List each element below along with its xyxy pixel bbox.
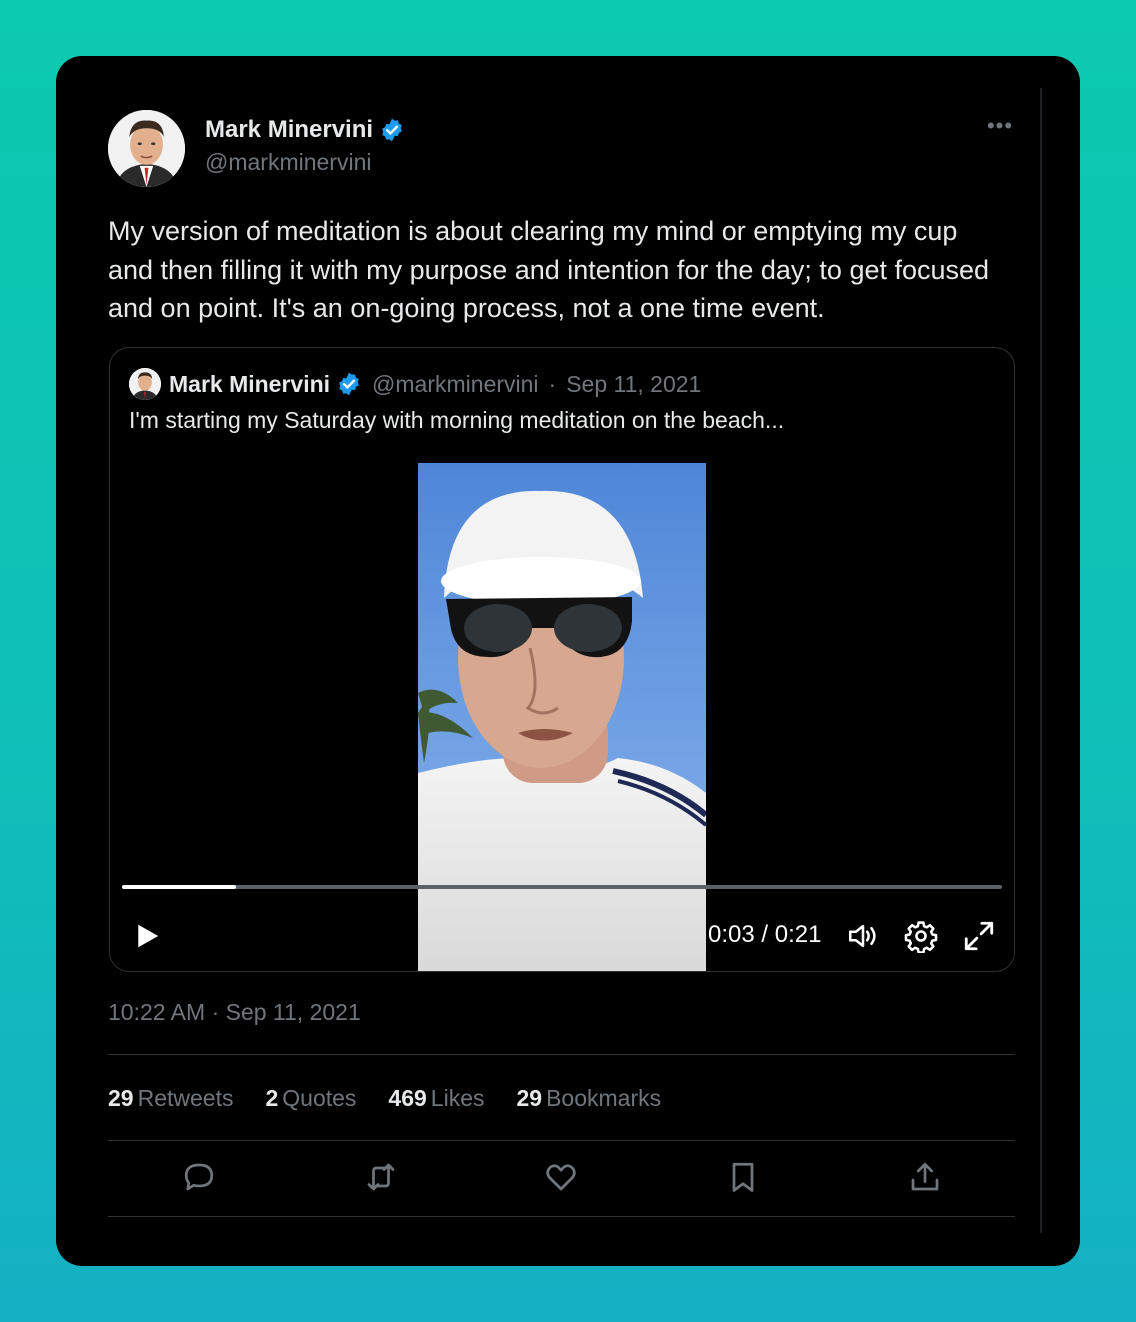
stat-quotes[interactable]: 2 Quotes	[265, 1085, 356, 1112]
stat-label: Likes	[430, 1085, 485, 1111]
volume-icon[interactable]	[846, 919, 880, 953]
author-handle[interactable]: @markminervini	[205, 149, 371, 176]
quoted-date[interactable]: Sep 11, 2021	[566, 371, 701, 398]
retweet-icon[interactable]	[363, 1159, 399, 1195]
quoted-author-handle[interactable]: @markminervini	[372, 371, 538, 398]
stat-retweets[interactable]: 29 Retweets	[108, 1085, 233, 1112]
settings-icon[interactable]	[904, 919, 938, 953]
reply-icon[interactable]	[181, 1159, 217, 1195]
more-horizontal-icon[interactable]: •••	[982, 115, 1018, 146]
like-icon[interactable]	[543, 1159, 579, 1195]
video-frame[interactable]	[418, 463, 706, 971]
tweet-text: My version of meditation is about cleari…	[108, 216, 990, 323]
author-name[interactable]: Mark Minervini	[205, 116, 405, 144]
video-progress-bar[interactable]	[122, 885, 1002, 889]
video-progress-fill	[122, 885, 237, 889]
quoted-tweet-header: Mark Minervini @markminervini · Sep 11, …	[129, 368, 701, 400]
stat-num: 29	[108, 1085, 134, 1111]
stat-likes[interactable]: 469 Likes	[388, 1085, 484, 1112]
stat-num: 2	[265, 1085, 279, 1111]
stat-num: 29	[516, 1085, 543, 1111]
divider	[108, 1140, 1015, 1141]
avatar[interactable]	[108, 110, 185, 187]
stat-label: Bookmarks	[546, 1085, 662, 1111]
stat-num: 469	[388, 1085, 427, 1111]
quoted-avatar[interactable]	[129, 368, 161, 400]
stat-label: Retweets	[137, 1085, 234, 1111]
action-bar	[108, 1159, 1015, 1199]
author-name-text: Mark Minervini	[205, 116, 374, 143]
quoted-date-separator: ·	[548, 370, 557, 397]
scrollbar-track	[1040, 88, 1042, 1233]
quoted-author-name[interactable]: Mark Minervini	[169, 371, 330, 398]
verified-badge-icon	[339, 372, 359, 396]
quoted-tweet-text: I'm starting my Saturday with morning me…	[129, 407, 785, 433]
tweet-timestamp[interactable]: 10:22 AM · Sep 11, 2021	[108, 999, 361, 1026]
quoted-tweet[interactable]: Mark Minervini @markminervini · Sep 11, …	[109, 347, 1015, 972]
divider	[108, 1054, 1015, 1055]
tweet-stats: 29 Retweets 2 Quotes 469 Likes 29 Bookmarks	[108, 1085, 661, 1112]
stat-label: Quotes	[282, 1085, 357, 1111]
bookmark-icon[interactable]	[725, 1159, 761, 1195]
tweet-card: Mark Minervini @markminervini ••• My ver…	[56, 56, 1080, 1266]
verified-badge-icon	[382, 118, 402, 142]
share-icon[interactable]	[907, 1159, 943, 1195]
stat-bookmarks[interactable]: 29 Bookmarks	[517, 1085, 662, 1112]
divider	[108, 1216, 1015, 1217]
fullscreen-icon[interactable]	[962, 919, 996, 953]
video-time: 0:03 / 0:21	[708, 921, 822, 948]
play-icon[interactable]	[132, 921, 162, 951]
video-player[interactable]: 0:03 / 0:21	[110, 463, 1014, 971]
